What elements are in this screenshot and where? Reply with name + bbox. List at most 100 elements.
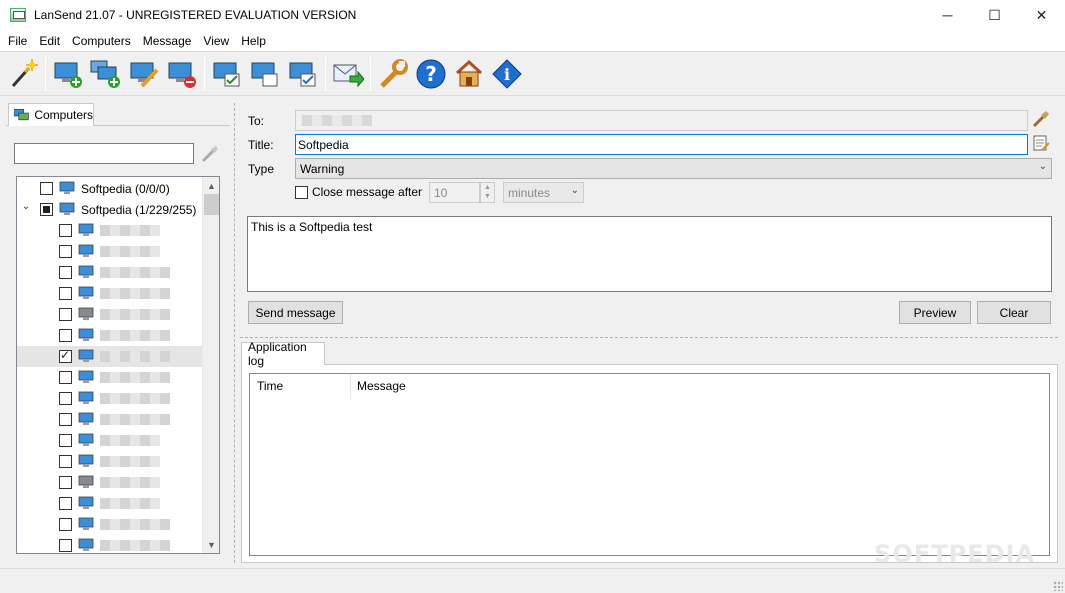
check-all-icon[interactable] bbox=[208, 55, 246, 93]
computer-checkbox[interactable] bbox=[59, 266, 72, 279]
close-after-checkbox[interactable]: Close message after bbox=[295, 185, 422, 199]
computer-icon bbox=[78, 391, 94, 405]
remove-computer-icon[interactable] bbox=[163, 55, 201, 93]
edit-computer-icon[interactable] bbox=[125, 55, 163, 93]
scroll-thumb[interactable] bbox=[204, 194, 219, 215]
resize-grip[interactable] bbox=[1053, 581, 1063, 591]
tab-application-log[interactable]: Application log bbox=[241, 340, 325, 368]
computer-checkbox[interactable] bbox=[59, 455, 72, 468]
close-unit-value: minutes bbox=[508, 186, 551, 200]
computer-checkbox[interactable] bbox=[59, 413, 72, 426]
tree-computer-item[interactable] bbox=[17, 409, 202, 430]
group-checkbox[interactable] bbox=[40, 203, 53, 216]
tree-computer-item[interactable] bbox=[17, 367, 202, 388]
tree-computer-item[interactable] bbox=[17, 493, 202, 514]
log-column-time[interactable]: Time bbox=[250, 374, 350, 398]
tree-computer-item[interactable] bbox=[17, 388, 202, 409]
tree-computer-item[interactable] bbox=[17, 304, 202, 325]
invert-check-icon[interactable] bbox=[284, 55, 322, 93]
tree-computer-item[interactable] bbox=[17, 283, 202, 304]
help-icon[interactable]: ? bbox=[412, 55, 450, 93]
computer-tree[interactable]: ▲ ▼ Softpedia (0/0/0) ⌄ Softpedia (1/229/2… bbox=[16, 176, 220, 554]
scroll-down-icon[interactable]: ▼ bbox=[203, 536, 219, 553]
maximize-button[interactable]: ☐ bbox=[971, 0, 1018, 30]
close-button[interactable]: ✕ bbox=[1018, 0, 1065, 30]
tab-computers[interactable]: Computers bbox=[8, 103, 94, 126]
tree-computer-item[interactable] bbox=[17, 241, 202, 262]
tree-computer-item[interactable] bbox=[17, 535, 202, 553]
tree-computer-item[interactable] bbox=[17, 451, 202, 472]
computer-name-redacted bbox=[100, 246, 160, 257]
tree-computer-item[interactable] bbox=[17, 325, 202, 346]
chevron-down-icon: ⌄ bbox=[570, 185, 579, 196]
computer-search-input[interactable] bbox=[14, 143, 194, 164]
about-icon[interactable]: i bbox=[488, 55, 526, 93]
tree-computer-item[interactable] bbox=[17, 220, 202, 241]
minimize-button[interactable]: ─ bbox=[924, 0, 971, 30]
computer-checkbox[interactable] bbox=[59, 329, 72, 342]
menu-computers[interactable]: Computers bbox=[66, 31, 137, 51]
computer-name-redacted bbox=[100, 288, 170, 299]
computer-icon bbox=[78, 286, 94, 300]
tree-group[interactable]: Softpedia (0/0/0) bbox=[17, 178, 202, 199]
menu-file[interactable]: File bbox=[2, 31, 33, 51]
computer-checkbox[interactable] bbox=[59, 476, 72, 489]
menu-help[interactable]: Help bbox=[235, 31, 272, 51]
menu-edit[interactable]: Edit bbox=[33, 31, 66, 51]
computer-icon bbox=[78, 433, 94, 447]
computer-checkbox[interactable] bbox=[59, 434, 72, 447]
computer-checkbox[interactable] bbox=[59, 287, 72, 300]
computer-checkbox[interactable] bbox=[59, 497, 72, 510]
clear-button[interactable]: Clear bbox=[977, 301, 1051, 324]
toolbar-separator bbox=[370, 56, 371, 91]
title-history-icon[interactable] bbox=[1032, 134, 1050, 152]
message-textarea[interactable]: This is a Softpedia test bbox=[247, 216, 1052, 292]
title-input[interactable]: Softpedia bbox=[295, 134, 1028, 155]
clear-filter-icon[interactable] bbox=[200, 144, 220, 164]
computer-checkbox[interactable] bbox=[59, 518, 72, 531]
tree-computer-item[interactable] bbox=[17, 430, 202, 451]
menu-view[interactable]: View bbox=[197, 31, 235, 51]
computer-checkbox[interactable] bbox=[59, 392, 72, 405]
log-column-message[interactable]: Message bbox=[350, 374, 550, 398]
send-message-icon[interactable] bbox=[329, 55, 367, 93]
preview-button[interactable]: Preview bbox=[899, 301, 971, 324]
send-message-button[interactable]: Send message bbox=[248, 301, 343, 324]
expand-toggle-icon[interactable]: ⌄ bbox=[20, 201, 32, 212]
tree-computer-item[interactable] bbox=[17, 262, 202, 283]
add-group-icon[interactable] bbox=[87, 55, 125, 93]
tree-computer-item[interactable] bbox=[17, 514, 202, 535]
tree-scrollbar[interactable]: ▲ ▼ bbox=[202, 177, 219, 553]
wizard-icon[interactable] bbox=[4, 55, 42, 93]
close-after-check-box[interactable] bbox=[295, 185, 308, 199]
group-checkbox[interactable] bbox=[40, 182, 53, 195]
clear-recipients-icon[interactable] bbox=[1032, 110, 1050, 128]
tree-computer-item[interactable] bbox=[17, 472, 202, 493]
computer-checkbox[interactable] bbox=[59, 348, 72, 363]
tree-computer-item[interactable] bbox=[17, 346, 202, 367]
scroll-up-icon[interactable]: ▲ bbox=[203, 177, 219, 194]
svg-text:?: ? bbox=[425, 62, 437, 86]
tree-group[interactable]: ⌄ Softpedia (1/229/255) bbox=[17, 199, 202, 220]
computer-name-redacted bbox=[100, 540, 170, 551]
computer-checkbox[interactable] bbox=[59, 245, 72, 258]
settings-icon[interactable] bbox=[374, 55, 412, 93]
panel-splitter[interactable] bbox=[234, 103, 235, 563]
computer-checkbox[interactable] bbox=[59, 224, 72, 237]
add-computer-icon[interactable] bbox=[49, 55, 87, 93]
close-after-value[interactable]: 10 bbox=[429, 182, 480, 203]
computer-checkbox[interactable] bbox=[59, 371, 72, 384]
log-list[interactable]: Time Message bbox=[249, 373, 1050, 556]
computer-checkbox[interactable] bbox=[59, 308, 72, 321]
uncheck-all-icon[interactable] bbox=[246, 55, 284, 93]
computer-checkbox[interactable] bbox=[59, 539, 72, 552]
homepage-icon[interactable] bbox=[450, 55, 488, 93]
close-unit-select[interactable]: minutes ⌄ bbox=[503, 182, 584, 203]
computer-name-redacted bbox=[100, 519, 170, 530]
log-splitter[interactable] bbox=[240, 337, 1058, 338]
menu-message[interactable]: Message bbox=[137, 31, 198, 51]
to-field[interactable] bbox=[295, 110, 1028, 131]
close-after-spinner[interactable]: ▲ ▼ bbox=[480, 182, 495, 203]
type-select[interactable]: Warning ⌄ bbox=[295, 158, 1052, 179]
chevron-down-icon: ⌄ bbox=[1038, 161, 1047, 172]
